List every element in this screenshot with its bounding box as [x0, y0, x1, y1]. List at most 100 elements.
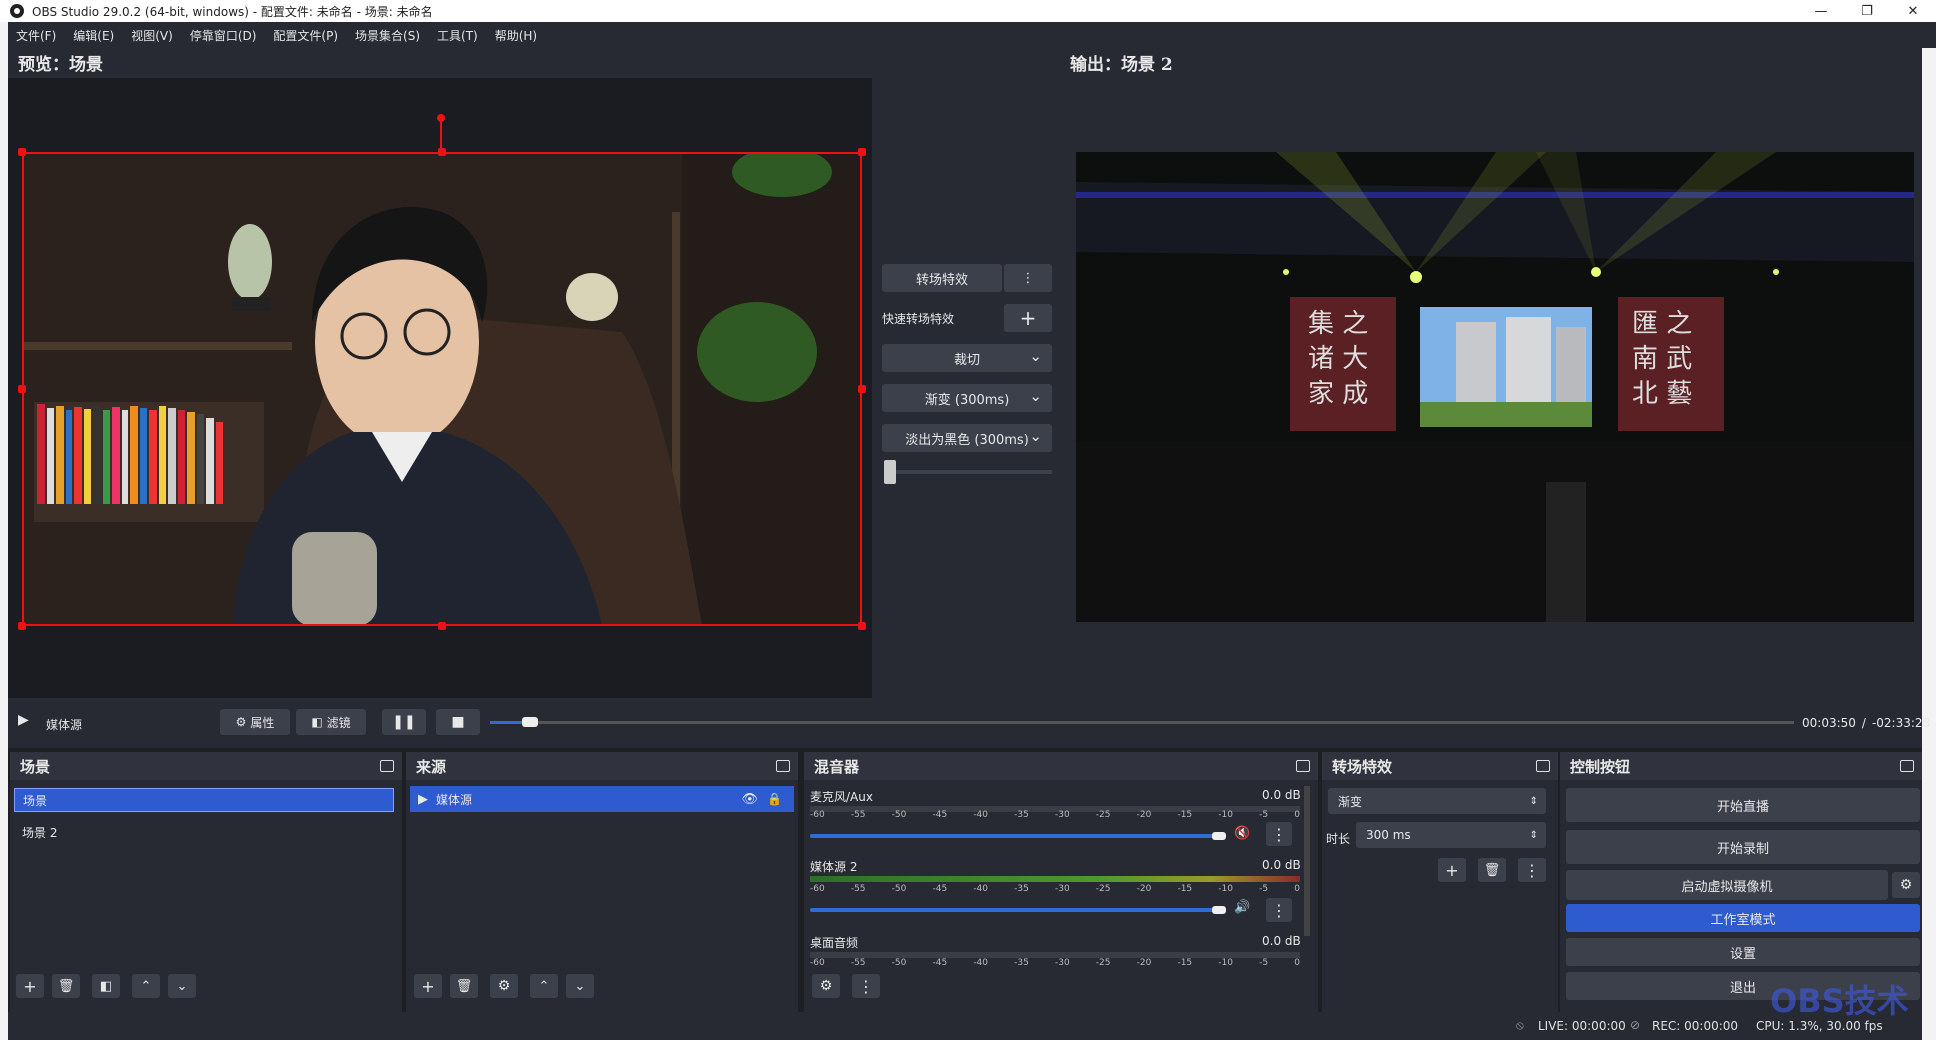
- volume-slider-handle[interactable]: [1212, 906, 1226, 914]
- filter-icon: ◧: [311, 715, 323, 729]
- resize-handle-tr[interactable]: [858, 148, 866, 156]
- lock-icon[interactable]: 🔒: [767, 792, 782, 806]
- start-streaming-button[interactable]: 开始直播: [1566, 788, 1920, 822]
- add-source-icon[interactable]: +: [414, 974, 442, 998]
- move-up-icon[interactable]: ⌃: [132, 974, 160, 998]
- settings-button[interactable]: 设置: [1566, 938, 1920, 966]
- stop-icon[interactable]: ■: [436, 709, 480, 735]
- menu-help[interactable]: 帮助(H): [495, 27, 537, 44]
- visibility-eye-icon[interactable]: 👁: [741, 792, 758, 807]
- close-button[interactable]: ✕: [1890, 0, 1936, 22]
- menu-scene-collection[interactable]: 场景集合(S): [355, 27, 420, 44]
- add-transition-icon[interactable]: +: [1438, 858, 1466, 882]
- resize-handle-l[interactable]: [18, 385, 26, 393]
- delete-transition-icon[interactable]: 🗑: [1478, 858, 1506, 882]
- delete-scene-icon[interactable]: 🗑: [52, 974, 80, 998]
- transition-select[interactable]: 渐变 ⇕: [1328, 788, 1546, 814]
- delete-source-icon[interactable]: 🗑: [450, 974, 478, 998]
- channel-menu-icon[interactable]: ⋮: [1266, 898, 1292, 922]
- time-remaining: -02:33:28: [1871, 716, 1931, 730]
- source-selection-box[interactable]: [22, 152, 862, 626]
- properties-button[interactable]: ⚙ 属性: [220, 709, 290, 735]
- gear-icon: ⚙: [235, 715, 247, 729]
- updown-arrow-icon: ⇕: [1529, 795, 1538, 807]
- resize-handle-r[interactable]: [858, 385, 866, 393]
- watermark-logo: OBS技术: [1770, 982, 1909, 1020]
- channel-menu-icon[interactable]: ⋮: [1266, 822, 1292, 846]
- volume-slider[interactable]: [810, 834, 1220, 838]
- studio-mode-button[interactable]: 工作室模式: [1566, 904, 1920, 932]
- move-up-icon[interactable]: ⌃: [530, 974, 558, 998]
- transition-button[interactable]: 转场特效: [882, 264, 1002, 292]
- resize-handle-tl[interactable]: [18, 148, 26, 156]
- quick-transition-option[interactable]: 渐变 (300ms): [882, 384, 1052, 412]
- volume-slider-handle[interactable]: [1212, 832, 1226, 840]
- resize-handle-b[interactable]: [438, 622, 446, 630]
- menu-view[interactable]: 视图(V): [131, 27, 173, 44]
- title-bar: OBS Studio 29.0.2 (64-bit, windows) - 配置…: [0, 0, 1936, 22]
- add-quick-transition-icon[interactable]: +: [1004, 304, 1052, 332]
- quick-transition-option[interactable]: 裁切: [882, 344, 1052, 372]
- undock-icon[interactable]: [380, 760, 394, 772]
- transition-menu-icon[interactable]: ⋮: [1518, 858, 1546, 882]
- muted-speaker-icon[interactable]: 🔇: [1234, 826, 1250, 841]
- play-icon[interactable]: ▶: [18, 712, 29, 728]
- left-window-edge: [0, 22, 8, 1040]
- undock-icon[interactable]: [1536, 760, 1550, 772]
- scene-filters-icon[interactable]: ◧: [92, 974, 120, 998]
- transition-more-icon[interactable]: ⋮: [1004, 264, 1052, 292]
- seek-track[interactable]: [490, 721, 1794, 724]
- obs-logo-icon: [10, 4, 24, 18]
- window-controls: — ❐ ✕: [1798, 0, 1936, 22]
- scene-item[interactable]: 场景: [14, 788, 394, 812]
- menu-tools[interactable]: 工具(T): [437, 27, 478, 44]
- volume-slider[interactable]: [810, 908, 1220, 912]
- scenes-dock-title: 场景: [20, 757, 51, 776]
- virtual-camera-gear-icon[interactable]: ⚙: [1892, 872, 1920, 898]
- media-source-icon: ▶: [418, 791, 428, 807]
- pause-icon[interactable]: ❚❚: [382, 709, 426, 735]
- menu-docks[interactable]: 停靠窗口(D): [190, 27, 257, 44]
- mixer-channel-db: 0.0 dB: [1262, 934, 1301, 948]
- rec-status: REC: 00:00:00: [1652, 1019, 1739, 1033]
- resize-handle-bl[interactable]: [18, 622, 26, 630]
- spin-arrows-icon: ⇕: [1529, 829, 1538, 841]
- undock-icon[interactable]: [1900, 760, 1914, 772]
- seek-handle[interactable]: [522, 717, 538, 727]
- menu-edit[interactable]: 编辑(E): [73, 27, 114, 44]
- window-title: OBS Studio 29.0.2 (64-bit, windows) - 配置…: [32, 4, 433, 19]
- output-label: 输出：场景 2: [1070, 55, 1173, 75]
- menu-profile[interactable]: 配置文件(P): [273, 27, 338, 44]
- undock-icon[interactable]: [1296, 760, 1310, 772]
- transition-select-value: 渐变: [1338, 794, 1363, 809]
- filters-button-label: 滤镜: [326, 715, 351, 730]
- start-recording-button[interactable]: 开始录制: [1566, 830, 1920, 864]
- start-virtual-camera-button[interactable]: 启动虚拟摄像机: [1566, 870, 1888, 900]
- quick-transition-option[interactable]: 淡出为黑色 (300ms): [882, 424, 1052, 452]
- menu-file[interactable]: 文件(F): [16, 27, 56, 44]
- svg-text:南 武: 南 武: [1632, 344, 1692, 374]
- scenes-dock-header: 场景: [10, 752, 402, 780]
- advanced-audio-gear-icon[interactable]: ⚙: [812, 974, 840, 998]
- svg-text:家 成: 家 成: [1308, 379, 1368, 409]
- minimize-button[interactable]: —: [1798, 0, 1844, 22]
- resize-handle-br[interactable]: [858, 622, 866, 630]
- meter-scale: -60 -55 -50 -45 -40 -35 -30 -25 -20 -15 -10 -5 0: [810, 810, 1300, 820]
- rotation-handle[interactable]: [437, 114, 445, 122]
- maximize-button[interactable]: ❐: [1844, 0, 1890, 22]
- speaker-icon[interactable]: 🔊: [1234, 900, 1250, 915]
- tbar-handle[interactable]: [884, 460, 896, 484]
- source-item[interactable]: ▶ 媒体源 👁 🔒: [410, 786, 794, 812]
- duration-spinbox[interactable]: 300 ms ⇕: [1356, 822, 1546, 848]
- undock-icon[interactable]: [776, 760, 790, 772]
- scene-item[interactable]: 场景 2: [14, 820, 394, 844]
- right-window-edge: [1922, 22, 1936, 1040]
- move-down-icon[interactable]: ⌄: [168, 974, 196, 998]
- tbar-track[interactable]: [884, 470, 1052, 474]
- add-scene-icon[interactable]: +: [16, 974, 44, 998]
- filters-button[interactable]: ◧ 滤镜: [296, 709, 366, 735]
- mixer-scrollbar[interactable]: [1304, 786, 1310, 936]
- mixer-menu-icon[interactable]: ⋮: [852, 974, 880, 998]
- move-down-icon[interactable]: ⌄: [566, 974, 594, 998]
- source-properties-gear-icon[interactable]: ⚙: [490, 974, 518, 998]
